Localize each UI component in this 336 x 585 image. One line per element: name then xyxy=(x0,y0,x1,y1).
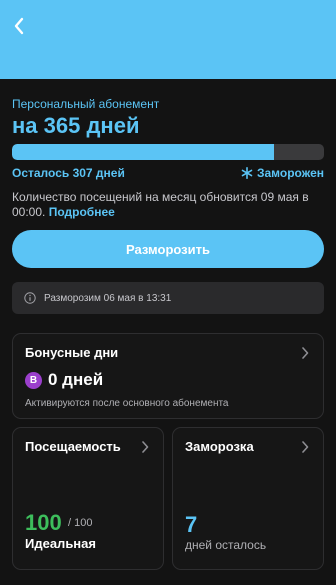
plan-title: на 365 дней xyxy=(12,113,140,138)
bonus-days-value: 0 дней xyxy=(48,370,104,389)
attendance-max: / 100 xyxy=(68,517,93,529)
attendance-card[interactable]: Посещаемость 100 / 100 Идеальная xyxy=(12,427,164,570)
chevron-right-icon xyxy=(302,441,309,453)
frozen-status: Заморожен xyxy=(241,166,324,180)
back-button[interactable] xyxy=(8,14,30,38)
bonus-badge-icon: B xyxy=(25,372,42,389)
progress-fill xyxy=(12,144,275,160)
bonus-card-title: Бонусные дни xyxy=(25,345,119,360)
chevron-left-icon xyxy=(14,17,24,35)
days-remaining: Осталось 307 дней xyxy=(12,166,125,180)
info-icon xyxy=(24,292,36,304)
freeze-card-title: Заморозка xyxy=(185,439,254,454)
bonus-days-note: Активируются после основного абонемента xyxy=(25,398,229,409)
bonus-days-card[interactable]: Бонусные дни B 0 дней Активируются после… xyxy=(12,333,324,419)
attendance-card-title: Посещаемость xyxy=(25,439,121,454)
top-header xyxy=(0,0,336,79)
subscription-progress-bar xyxy=(12,144,324,160)
snowflake-icon xyxy=(241,167,253,179)
more-details-link[interactable]: Подробнее xyxy=(49,205,115,219)
chevron-right-icon xyxy=(142,441,149,453)
freeze-days-value: 7 xyxy=(185,512,198,537)
unfreeze-info-box: Разморозим 06 мая в 13:31 xyxy=(12,282,324,314)
frozen-status-label: Заморожен xyxy=(256,166,324,180)
plan-label: Персональный абонемент xyxy=(12,97,160,111)
unfreeze-button[interactable]: Разморозить xyxy=(12,230,324,268)
attendance-score: 100 xyxy=(25,510,62,535)
chevron-right-icon xyxy=(302,347,309,359)
freeze-days-label: дней осталось xyxy=(185,538,267,552)
unfreeze-info-text: Разморозим 06 мая в 13:31 xyxy=(44,292,172,304)
freeze-card[interactable]: Заморозка 7 дней осталось xyxy=(172,427,324,570)
attendance-label: Идеальная xyxy=(25,536,96,551)
visits-note: Количество посещений на месяц обновится … xyxy=(12,190,328,220)
